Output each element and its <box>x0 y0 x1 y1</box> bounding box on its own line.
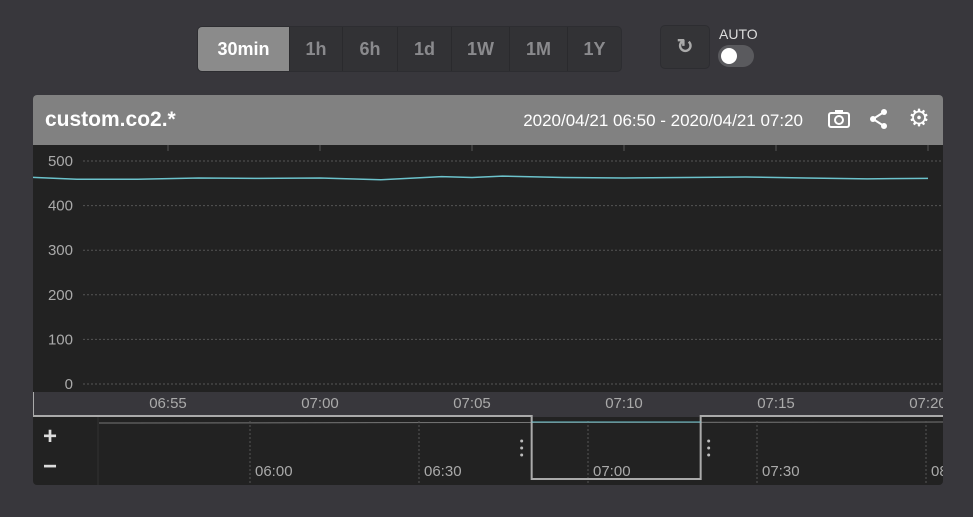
y-tick-label: 400 <box>48 198 73 215</box>
y-tick-label: 100 <box>48 331 73 348</box>
navigator-series <box>98 421 943 424</box>
x-tick-label: 07:00 <box>301 395 339 412</box>
left-drag-handle <box>520 453 524 457</box>
right-drag-handle <box>707 446 711 450</box>
range-30min-button[interactable]: 30min <box>198 27 289 71</box>
x-tick-label: 07:05 <box>453 395 491 412</box>
refresh-button[interactable]: ↻ <box>660 25 710 69</box>
range-1w-button[interactable]: 1W <box>451 27 509 71</box>
time-range-selector: 30min 1h 6h 1d 1W 1M 1Y <box>197 26 622 72</box>
chart-panel: custom.co2.* 2020/04/21 06:50 - 2020/04/… <box>33 95 943 485</box>
x-tick-label: 06:55 <box>149 395 187 412</box>
range-1y-button[interactable]: 1Y <box>567 27 621 71</box>
left-drag-handle <box>520 446 524 450</box>
auto-refresh-toggle[interactable] <box>718 45 754 67</box>
right-drag-handle <box>707 453 711 457</box>
x-tick-label: 07:20 <box>909 395 943 412</box>
navigator-tick-label: 06:30 <box>424 463 462 480</box>
range-1m-button[interactable]: 1M <box>509 27 567 71</box>
navigator-tick-label: 07:30 <box>762 463 800 480</box>
x-tick-label: 07:15 <box>757 395 795 412</box>
range-1d-button[interactable]: 1d <box>397 27 451 71</box>
y-tick-label: 500 <box>48 153 73 170</box>
auto-label: AUTO <box>719 26 758 42</box>
y-tick-label: 0 <box>65 376 73 393</box>
y-tick-label: 200 <box>48 287 73 304</box>
navigator-tick-label: 07:00 <box>593 463 631 480</box>
refresh-icon: ↻ <box>676 36 694 58</box>
right-drag-handle <box>707 439 711 443</box>
zoom-out-button[interactable]: − <box>43 453 57 481</box>
left-drag-handle <box>520 439 524 443</box>
co2-series-line <box>33 175 929 181</box>
range-6h-button[interactable]: 6h <box>342 27 397 71</box>
zoom-in-button[interactable]: + <box>43 423 57 451</box>
y-tick-label: 300 <box>48 242 73 259</box>
navigator-tick-label: 08:00 <box>931 463 943 480</box>
line-chart: 500 400 300 200 100 0 06:55 07:00 07:05 07:10 07:1… <box>33 145 943 485</box>
navigator-tick-label: 06:00 <box>255 463 293 480</box>
range-1h-button[interactable]: 1h <box>289 27 342 71</box>
x-tick-label: 07:10 <box>605 395 643 412</box>
